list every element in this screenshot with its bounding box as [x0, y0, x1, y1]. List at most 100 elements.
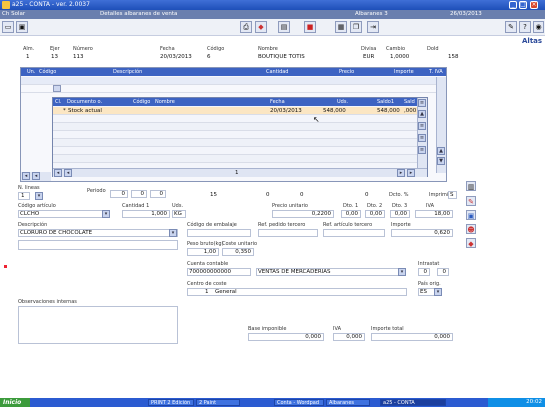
start-button[interactable]: Inicio — [0, 398, 30, 407]
dto3-field[interactable]: 0,00 — [390, 210, 410, 218]
popup-scroll-bottom-icon[interactable]: ≡ — [418, 146, 426, 154]
codigo-embalaje-field[interactable] — [187, 229, 251, 237]
gift-icon[interactable]: ■ — [304, 21, 316, 33]
stock-row-selected[interactable]: * Stock actual 20/03/2013 548,000 548,00… — [53, 107, 417, 115]
popup-scroll-mid-icon[interactable]: ≡ — [418, 122, 426, 130]
globe-icon[interactable]: ◉ — [533, 21, 544, 33]
counter-field-1[interactable]: 0 — [110, 190, 128, 198]
table-row[interactable] — [53, 115, 417, 123]
scroll-up-icon[interactable]: ▲ — [437, 147, 445, 155]
pencil-icon[interactable]: ✎ — [466, 196, 476, 206]
new-doc-icon[interactable]: ▭ — [2, 21, 14, 33]
window-title: a25 - CONTA - ver. 2.0037 — [12, 1, 90, 8]
task-wordpad[interactable]: Conta - Wordpad — [274, 399, 324, 406]
lineas-stepper-icon[interactable]: ▾ — [35, 192, 43, 200]
table-row[interactable] — [21, 85, 446, 93]
dto2-field[interactable]: 0,00 — [365, 210, 385, 218]
exit-icon[interactable]: ⇥ — [367, 21, 379, 33]
observaciones-field[interactable] — [18, 306, 178, 344]
counter-field-3[interactable]: 0 — [150, 190, 166, 198]
precio-field[interactable]: 0,2200 — [272, 210, 334, 218]
grid-scrollbar[interactable]: ▲ ▼ — [436, 77, 446, 173]
label-observaciones: Observaciones internas — [18, 299, 77, 305]
stock-popup[interactable]: Cl. Documento o. Código Nombre Fecha Uds… — [52, 97, 428, 177]
label-precio: Precio unitario — [272, 203, 308, 209]
window-titlebar: a25 - CONTA - ver. 2.0037 _ □ × — [0, 0, 545, 10]
coste-field[interactable]: 0,350 — [222, 248, 254, 256]
disk-icon[interactable]: ▣ — [466, 210, 476, 220]
edit-icon[interactable]: ✎ — [505, 21, 517, 33]
system-clock: 20:02 — [488, 398, 545, 407]
preview-icon[interactable]: ▤ — [278, 21, 290, 33]
table-row[interactable] — [53, 123, 417, 131]
prev-page-icon[interactable]: ◂ — [32, 172, 40, 180]
col-cantidad: Cantidad — [266, 69, 289, 75]
descripcion-extra-field[interactable] — [18, 240, 178, 250]
alm-value: 1 — [26, 54, 30, 60]
bookmark-icon[interactable]: ◆ — [466, 238, 476, 248]
table-row[interactable] — [53, 155, 417, 163]
ref-articulo-field[interactable] — [323, 229, 385, 237]
table-row[interactable] — [53, 147, 417, 155]
popup-scroll-down-icon[interactable]: ≡ — [418, 134, 426, 142]
table-row[interactable] — [53, 131, 417, 139]
iva-total-field: 0,000 — [333, 333, 365, 341]
label-importe-total: Importe total — [371, 326, 404, 332]
popup-scroll-top-icon[interactable]: ≡ — [418, 99, 426, 107]
iva-field[interactable]: 18,00 — [415, 210, 453, 218]
close-button[interactable]: × — [530, 1, 538, 9]
cuenta-dropdown-icon[interactable]: ▾ — [398, 268, 406, 276]
task-print[interactable]: PRINT 2 Edición — [148, 399, 194, 406]
pais-dropdown-icon[interactable]: ▾ — [434, 288, 442, 296]
intrastat-field-2[interactable]: 0 — [437, 268, 449, 276]
scroll-down-icon[interactable]: ▼ — [437, 157, 445, 165]
maximize-button[interactable]: □ — [519, 1, 527, 9]
dto1-field[interactable]: 0,00 — [341, 210, 361, 218]
help-icon[interactable]: ? — [519, 21, 531, 33]
barcode-icon[interactable]: ▥ — [466, 181, 476, 191]
popup-last-icon[interactable]: ▸ — [407, 169, 415, 177]
peso-field[interactable]: 1,00 — [187, 248, 219, 256]
table-row[interactable] — [21, 77, 446, 85]
label-pais: País orig. — [418, 281, 441, 287]
articulo-dropdown-icon[interactable]: ▾ — [102, 210, 110, 218]
popup-scroll-up-icon[interactable]: ▲ — [418, 110, 426, 118]
lookup-icon[interactable] — [53, 85, 61, 92]
col-descripcion: Descripción — [113, 69, 143, 75]
users-icon[interactable]: ☻ — [466, 224, 476, 234]
codigo-articulo-value: CLCHO — [20, 211, 40, 217]
counter-field-2[interactable]: 0 — [131, 190, 147, 198]
popup-next-icon[interactable]: ▸ — [397, 169, 405, 177]
descripcion-dropdown-icon[interactable]: ▾ — [169, 229, 177, 237]
popup-hscroll[interactable]: ◂ ◂ 1 ▸ ▸ — [53, 168, 427, 177]
document-icon[interactable]: ▦ — [335, 21, 347, 33]
task-paint[interactable]: 2 Paint — [196, 399, 240, 406]
first-page-icon[interactable]: ◂ — [22, 172, 30, 180]
label-n-lineas: N. lineas — [18, 185, 40, 191]
ref-pedido-field[interactable] — [258, 229, 318, 237]
label-iva-total: IVA — [333, 326, 341, 332]
table-row[interactable] — [53, 139, 417, 147]
popup-scrollbar[interactable]: ≡ ▲ ≡ ≡ ≡ — [417, 98, 427, 168]
task-conta[interactable]: a25 - CONTA — [380, 399, 446, 406]
label-numero: Número — [73, 46, 93, 52]
label-coste: Coste unitario — [222, 241, 258, 247]
descripcion-value: CLORURO DE CHOCOLATE — [20, 230, 93, 236]
popup-first-icon[interactable]: ◂ — [54, 169, 62, 177]
popup-prev-icon[interactable]: ◂ — [64, 169, 72, 177]
minimize-button[interactable]: _ — [509, 1, 517, 9]
cantidad-field[interactable]: 1,000 — [122, 210, 170, 218]
palette-icon[interactable]: ◆ — [255, 21, 267, 33]
copy-icon[interactable]: ❐ — [350, 21, 362, 33]
task-albaranes[interactable]: Albaranes — [326, 399, 370, 406]
company-name: Ch Solar — [2, 11, 26, 17]
stock-doc: Stock actual — [68, 108, 102, 114]
label-nombre: Nombre — [258, 46, 278, 52]
intrastat-field-1[interactable]: 0 — [418, 268, 430, 276]
print-icon[interactable]: ⎙ — [240, 21, 252, 33]
mode-label: Altas — [522, 37, 543, 45]
popup-page: 1 — [235, 170, 239, 176]
save-icon[interactable]: ▣ — [16, 21, 28, 33]
importe-field[interactable]: 0,620 — [391, 229, 453, 237]
lines-grid-header: Un. Código Descripción Cantidad Precio I… — [21, 68, 446, 76]
